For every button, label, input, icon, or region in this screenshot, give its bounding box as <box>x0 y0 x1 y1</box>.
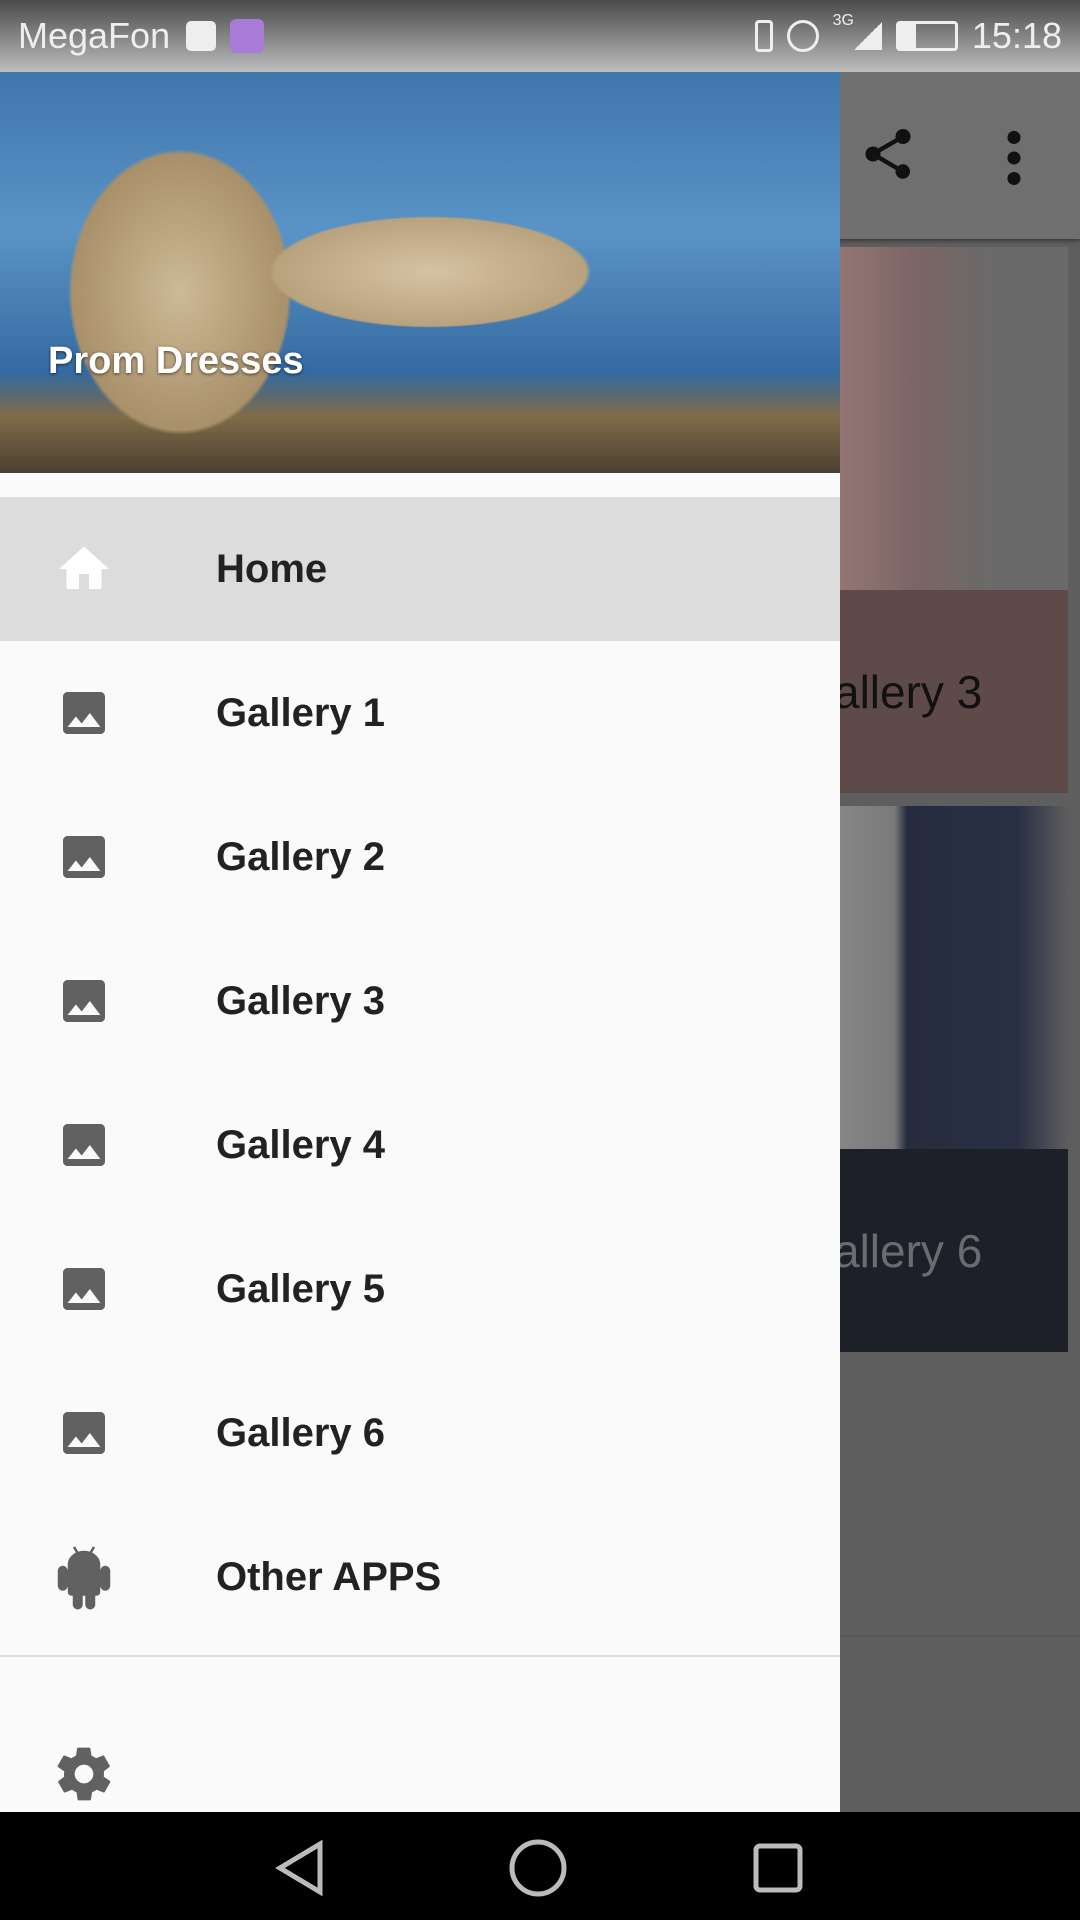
menu-item-label: Gallery 6 <box>216 1410 386 1455</box>
sim-card-icon <box>186 21 217 51</box>
signal-icon <box>853 22 882 50</box>
menu-item-label: Gallery 2 <box>216 834 386 879</box>
menu-item-label: Home <box>216 546 328 591</box>
drawer-header-image: Prom Dresses <box>0 72 840 473</box>
clock: 15:18 <box>971 15 1062 56</box>
divider <box>840 1635 1080 1637</box>
image-icon <box>54 1403 114 1463</box>
network-type: 3G <box>832 12 854 29</box>
carrier-name: MegaFon <box>18 15 171 56</box>
back-icon[interactable] <box>272 1838 328 1898</box>
drawer-menu: Home Gallery 1 Gallery 2 Gallery 3 Galle… <box>0 497 840 1657</box>
card-caption: allery 6 <box>820 1149 1068 1352</box>
battery-icon <box>895 21 958 51</box>
card-image <box>820 247 1068 590</box>
menu-item-gallery-2[interactable]: Gallery 2 <box>0 785 840 929</box>
menu-item-gallery-1[interactable]: Gallery 1 <box>0 641 840 785</box>
navigation-bar <box>0 1812 1080 1920</box>
home-icon <box>54 539 114 599</box>
menu-item-other-apps[interactable]: Other APPS <box>0 1505 840 1649</box>
android-icon <box>54 1546 114 1610</box>
menu-item-gallery-4[interactable]: Gallery 4 <box>0 1073 840 1217</box>
image-icon <box>54 971 114 1031</box>
menu-item-home[interactable]: Home <box>0 497 840 641</box>
menu-item-gallery-5[interactable]: Gallery 5 <box>0 1217 840 1361</box>
menu-item-gallery-6[interactable]: Gallery 6 <box>0 1361 840 1505</box>
more-vert-icon[interactable] <box>1000 130 1028 186</box>
image-icon <box>54 1115 114 1175</box>
share-icon[interactable] <box>858 122 918 186</box>
menu-item-label: Gallery 5 <box>216 1266 386 1311</box>
card-caption: allery 3 <box>820 590 1068 793</box>
card-image <box>820 806 1068 1149</box>
status-bar: MegaFon 3G 15:18 <box>0 0 1080 72</box>
image-icon <box>54 1259 114 1319</box>
gallery-card-6[interactable]: allery 6 <box>820 806 1068 1352</box>
settings-icon[interactable] <box>52 1742 116 1806</box>
image-icon <box>54 827 114 887</box>
drawer-divider <box>0 1655 840 1657</box>
menu-item-gallery-3[interactable]: Gallery 3 <box>0 929 840 1073</box>
drawer-header-title: Prom Dresses <box>48 340 304 382</box>
menu-item-label: Gallery 3 <box>216 978 386 1023</box>
navigation-drawer: Prom Dresses Home Gallery 1 Gallery 2 Ga… <box>0 72 840 1812</box>
recents-icon[interactable] <box>752 1842 804 1894</box>
gallery-notification-icon <box>230 19 265 53</box>
home-circle-icon[interactable] <box>508 1838 568 1898</box>
gallery-card-3[interactable]: allery 3 <box>820 247 1068 793</box>
menu-item-label: Gallery 1 <box>216 690 386 735</box>
menu-item-label: Gallery 4 <box>216 1122 386 1167</box>
alarm-icon <box>786 20 819 52</box>
image-icon <box>54 683 114 743</box>
menu-item-label: Other APPS <box>216 1554 442 1599</box>
vibrate-icon <box>754 20 773 52</box>
